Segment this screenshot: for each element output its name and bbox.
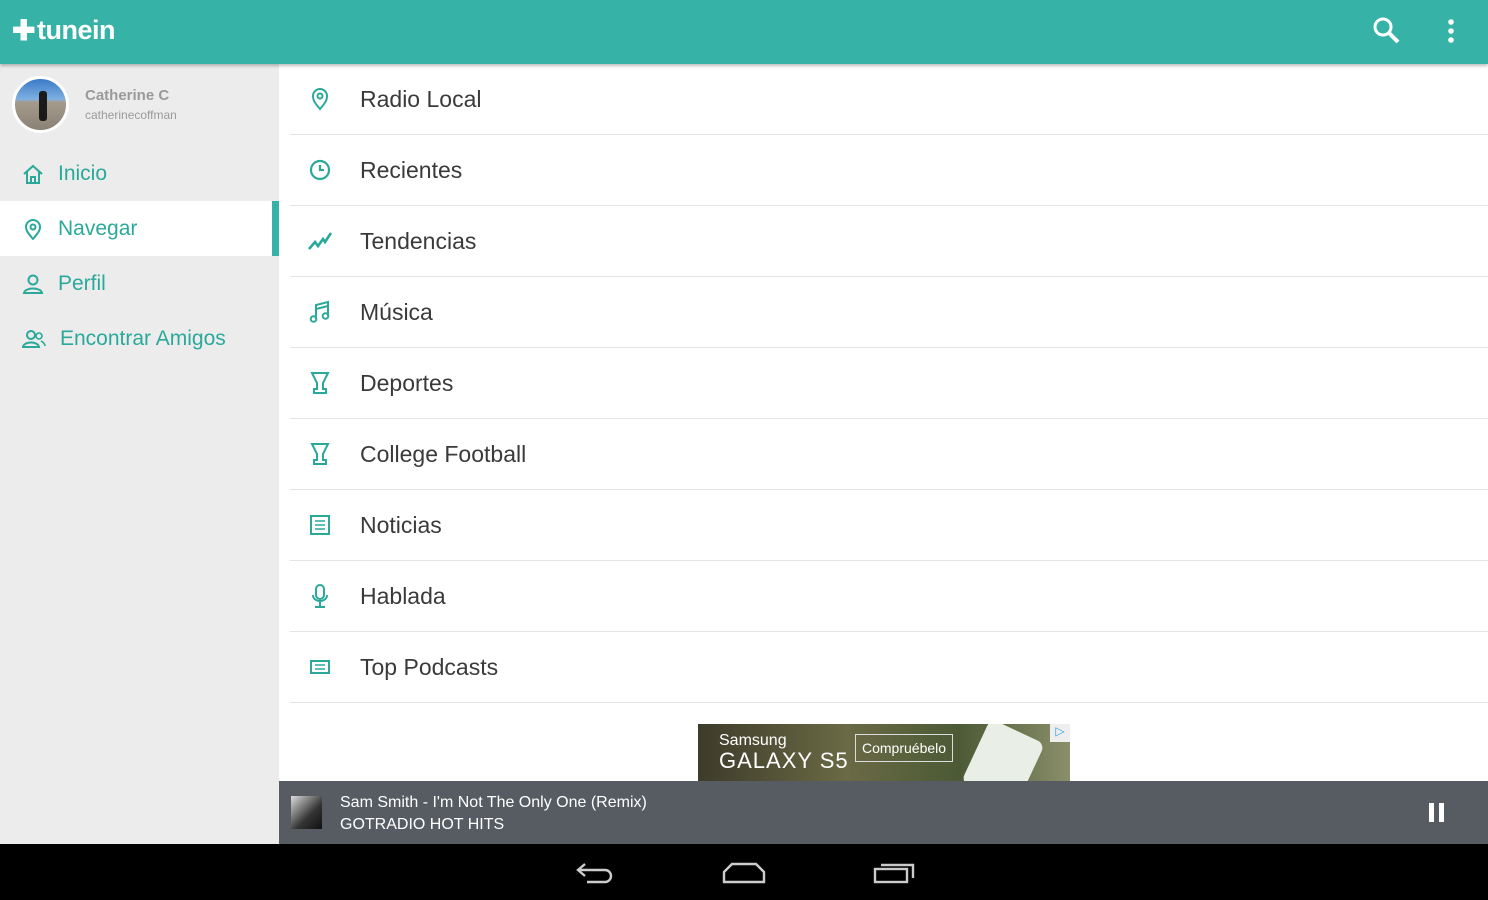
- user-username: catherinecoffman: [85, 108, 177, 122]
- category-list: Radio Local Recientes Tendencias Música …: [279, 64, 1488, 781]
- list-item-college-football[interactable]: College Football: [290, 419, 1488, 490]
- list-item-label: College Football: [360, 440, 527, 467]
- search-icon[interactable]: [1372, 16, 1400, 44]
- ad-phone-image: [961, 724, 1045, 781]
- list-item-deportes[interactable]: Deportes: [290, 348, 1488, 419]
- sidebar-item-navegar[interactable]: Navegar: [0, 201, 279, 256]
- trophy-icon: [310, 443, 330, 465]
- list-item-tendencias[interactable]: Tendencias: [290, 206, 1488, 277]
- trophy-icon: [310, 372, 330, 394]
- sidebar-item-inicio[interactable]: Inicio: [0, 146, 279, 201]
- ad-product: GALAXY S5: [719, 748, 849, 773]
- home-button-icon[interactable]: [722, 860, 766, 884]
- podcast-icon: [310, 660, 330, 674]
- location-pin-icon: [24, 218, 42, 240]
- nav-drawer: Catherine C catherinecoffman Inicio Naveg…: [0, 64, 279, 844]
- sidebar-item-perfil[interactable]: Perfil: [0, 256, 279, 311]
- list-item-recientes[interactable]: Recientes: [290, 135, 1488, 206]
- sidebar-item-label: Encontrar Amigos: [60, 326, 226, 350]
- tunein-logo[interactable]: ✚ tunein: [12, 14, 115, 47]
- adchoices-icon[interactable]: ▷: [1050, 724, 1070, 742]
- list-item-label: Noticias: [360, 511, 442, 538]
- newspaper-icon: [310, 515, 330, 535]
- track-title: Sam Smith - I'm Not The Only One (Remix): [340, 794, 647, 811]
- list-item-label: Recientes: [360, 156, 463, 183]
- pause-button[interactable]: [1429, 803, 1444, 822]
- location-pin-icon: [311, 88, 329, 111]
- list-item-noticias[interactable]: Noticias: [290, 490, 1488, 561]
- sidebar-item-encontrar-amigos[interactable]: Encontrar Amigos: [0, 311, 279, 366]
- ad-cta-button[interactable]: Compruébelo: [855, 734, 954, 762]
- list-item-label: Radio Local: [360, 85, 482, 112]
- recent-apps-icon[interactable]: [873, 860, 915, 884]
- system-navigation-bar: [0, 844, 1488, 900]
- list-item-label: Música: [360, 298, 433, 325]
- list-item-label: Hablada: [360, 582, 446, 609]
- ad-banner[interactable]: Samsung GALAXY S5 Compruébelo ▷: [698, 724, 1070, 781]
- user-profile[interactable]: Catherine C catherinecoffman: [12, 76, 177, 133]
- station-name: GOTRADIO HOT HITS: [340, 816, 505, 833]
- more-vert-icon[interactable]: [1446, 18, 1456, 46]
- avatar: [12, 76, 69, 133]
- now-playing-bar[interactable]: Sam Smith - I'm Not The Only One (Remix)…: [279, 781, 1488, 844]
- sidebar-item-label: Inicio: [58, 161, 108, 185]
- list-item-hablada[interactable]: Hablada: [290, 561, 1488, 632]
- list-item-musica[interactable]: Música: [290, 277, 1488, 348]
- home-icon: [23, 164, 43, 184]
- person-icon: [22, 274, 44, 294]
- list-item-top-podcasts[interactable]: Top Podcasts: [290, 632, 1488, 703]
- sidebar-item-label: Navegar: [58, 216, 138, 240]
- trending-icon: [308, 232, 333, 250]
- list-item-label: Tendencias: [360, 227, 477, 254]
- album-art: [291, 796, 322, 829]
- back-icon[interactable]: [575, 860, 615, 884]
- user-name: Catherine C: [85, 87, 170, 104]
- logo-text: tunein: [36, 15, 116, 45]
- clock-icon: [309, 159, 331, 181]
- music-note-icon: [309, 300, 330, 323]
- list-item-radio-local[interactable]: Radio Local: [290, 64, 1488, 135]
- microphone-icon: [312, 584, 328, 608]
- list-item-label: Top Podcasts: [360, 653, 499, 680]
- sidebar-item-label: Perfil: [58, 271, 106, 295]
- people-icon: [22, 329, 46, 348]
- app-bar: ✚ tunein: [0, 0, 1488, 64]
- list-item-label: Deportes: [360, 369, 454, 396]
